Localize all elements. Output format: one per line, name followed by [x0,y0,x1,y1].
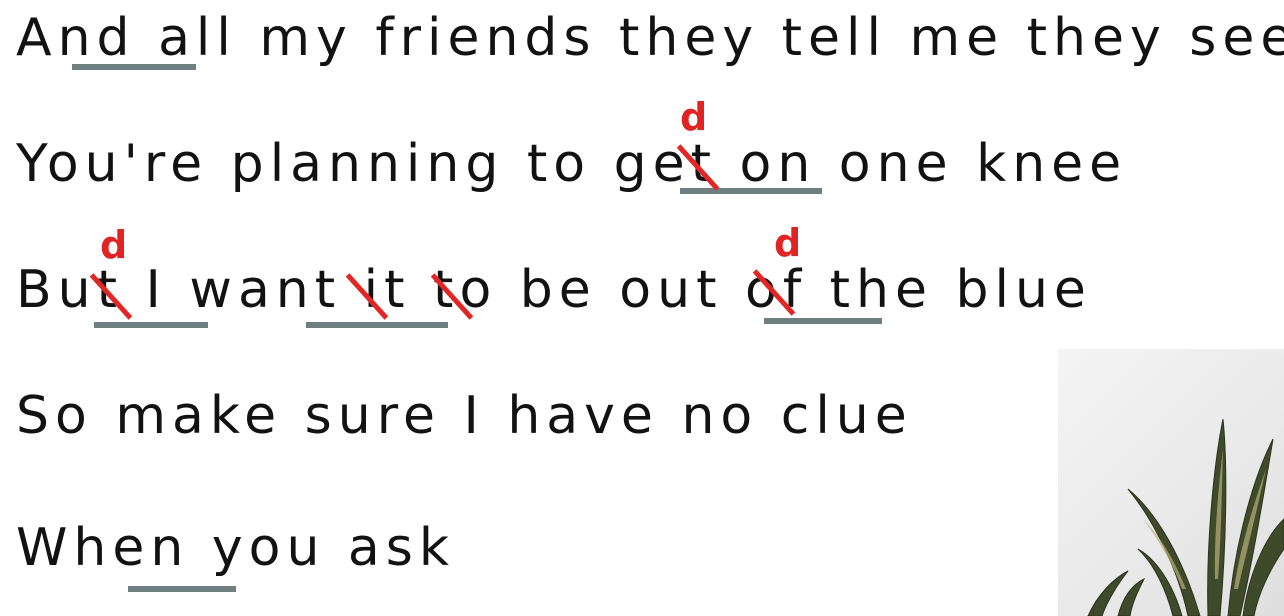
lyric-line-4: So make sure I have no clue [16,386,913,446]
plant-photo [1058,349,1284,616]
linking-underline [128,586,236,592]
snake-plant-illustration [1087,418,1284,616]
lyric-line-5: When you ask [16,518,455,578]
lyric-line-2: You're planning to get on one knee [16,134,1128,194]
lyric-line-1: And all my friends they tell me they see [16,8,1284,68]
lyrics-slide: And all my friends they tell me they see… [0,0,1284,616]
sound-change-mark: d [100,223,128,267]
lyric-line-3: But I want it to be out of the blue [16,260,1092,320]
linking-underline [94,322,208,328]
sound-change-mark: d [680,95,708,139]
linking-underline [306,322,448,328]
sound-change-mark: d [774,221,802,265]
